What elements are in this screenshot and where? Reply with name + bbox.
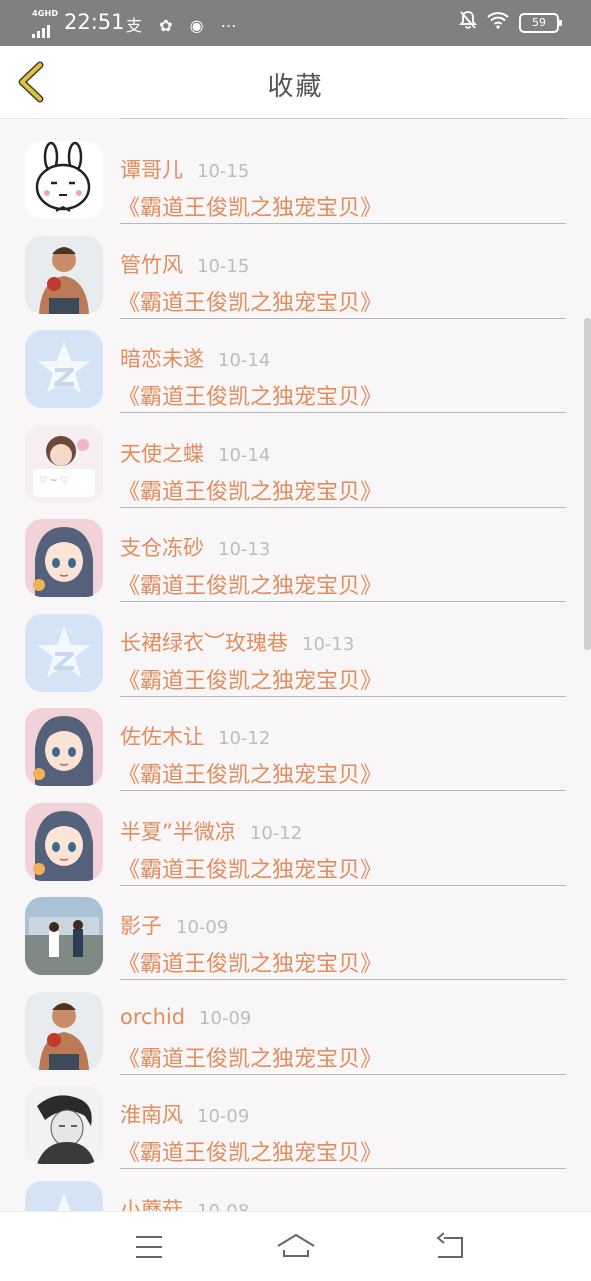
favorite-meta: 半夏”半微凉 10-12	[120, 816, 302, 846]
favorite-item[interactable]: 管竹风 10-15 《霸道王俊凯之独宠宝贝》	[0, 225, 591, 319]
user-name[interactable]: 暗恋未遂	[120, 347, 204, 371]
favorite-meta: 支仓冻砂 10-13	[120, 532, 270, 562]
user-name[interactable]: 佐佐木让	[120, 725, 204, 749]
battery-indicator: 59	[519, 13, 562, 33]
book-title-link[interactable]: 《霸道王俊凯之独宠宝贝》	[118, 568, 382, 600]
user-name[interactable]: 淮南风	[120, 1103, 183, 1127]
system-nav-bar	[0, 1211, 591, 1281]
header-bar: 收藏	[0, 46, 591, 119]
favorites-list[interactable]: 谭哥儿 10-15 《霸道王俊凯之独宠宝贝》 管竹风 10-15 《霸道王俊凯之独宠宝贝》…	[0, 118, 591, 1211]
user-name[interactable]: 长裙绿衣︶玫瑰巷	[120, 631, 288, 655]
avatar-sketch[interactable]	[25, 1086, 103, 1164]
favorite-date: 10-12	[218, 728, 271, 749]
back-nav-button[interactable]	[432, 1230, 472, 1264]
signal-icon: 4GHD	[32, 9, 59, 38]
avatar-bunny[interactable]	[25, 141, 103, 219]
book-title-link[interactable]: 《霸道王俊凯之独宠宝贝》	[118, 190, 382, 222]
favorite-item[interactable]: 半夏”半微凉 10-12 《霸道王俊凯之独宠宝贝》	[0, 792, 591, 886]
avatar-anime[interactable]	[25, 802, 103, 881]
favorite-date: 10-14	[218, 444, 271, 466]
divider	[120, 118, 566, 119]
book-title-link[interactable]: 《霸道王俊凯之独宠宝贝》	[118, 946, 382, 978]
menu-button[interactable]	[130, 1230, 170, 1264]
avatar-default-star[interactable]	[25, 330, 103, 408]
avatar-default-star[interactable]	[25, 1180, 103, 1211]
favorite-item[interactable]: 支仓冻砂 10-13 《霸道王俊凯之独宠宝贝》	[0, 508, 591, 602]
book-title-link[interactable]: 《霸道王俊凯之独宠宝贝》	[118, 757, 382, 789]
user-name[interactable]: 支仓冻砂	[120, 536, 204, 560]
status-bar: 4GHD 22:51 支 ✿ ◉ ⋯ 59	[0, 0, 591, 46]
favorite-date: 10-09	[197, 1106, 250, 1127]
favorite-meta: 暗恋未遂 10-14	[120, 343, 270, 373]
user-name[interactable]: 影子	[120, 914, 162, 938]
favorite-meta: 影子 10-09	[120, 910, 228, 940]
favorite-item[interactable]: ♡ ~ ♡ 天使之蝶 10-14 《霸道王俊凯之独宠宝贝》	[0, 414, 591, 508]
avatar-default-star[interactable]	[25, 613, 103, 692]
status-time: 22:51	[64, 10, 125, 34]
book-title-link[interactable]: 《霸道王俊凯之独宠宝贝》	[118, 1135, 382, 1167]
home-icon	[277, 1234, 315, 1257]
favorite-meta: 管竹风 10-15	[120, 249, 249, 279]
user-name[interactable]: 半夏”半微凉	[120, 820, 236, 844]
favorite-date: 10-14	[218, 350, 271, 371]
favorite-date: 10-09	[199, 1007, 252, 1029]
avatar-man[interactable]	[25, 991, 103, 1070]
book-title-link[interactable]: 《霸道王俊凯之独宠宝贝》	[118, 285, 382, 317]
favorite-date: 10-13	[302, 633, 355, 655]
favorite-item[interactable]: 淮南风 10-09 《霸道王俊凯之独宠宝贝》	[0, 1075, 591, 1169]
avatar-anime[interactable]	[25, 708, 103, 786]
favorite-item[interactable]: 小蘑菇10-08《霸道王俊凯之独宠宝贝》	[0, 1170, 591, 1212]
favorite-meta: 谭哥儿 10-15	[120, 154, 249, 184]
favorite-date: 10-09	[176, 917, 229, 938]
notification-icons: 支 ✿ ◉ ⋯	[126, 16, 243, 35]
book-title-link[interactable]: 《霸道王俊凯之独宠宝贝》	[118, 1041, 382, 1073]
user-name[interactable]: orchid	[120, 1005, 185, 1029]
avatar-man[interactable]	[25, 235, 103, 314]
svg-text:♡ ~ ♡: ♡ ~ ♡	[39, 476, 68, 486]
user-name[interactable]: 小蘑菇	[120, 1198, 183, 1212]
favorite-date: 10-15	[197, 255, 250, 277]
return-icon	[436, 1232, 463, 1258]
favorite-date: 10-15	[197, 161, 250, 182]
favorite-item[interactable]: 谭哥儿 10-15 《霸道王俊凯之独宠宝贝》	[0, 130, 591, 224]
user-name[interactable]: 管竹风	[120, 253, 183, 277]
book-title-link[interactable]: 《霸道王俊凯之独宠宝贝》	[118, 379, 382, 411]
favorite-date: 10-13	[218, 539, 271, 560]
favorite-item[interactable]: 佐佐木让 10-12 《霸道王俊凯之独宠宝贝》	[0, 697, 591, 791]
home-button[interactable]	[275, 1230, 315, 1264]
page-title: 收藏	[267, 72, 324, 102]
user-name[interactable]: 天使之蝶	[120, 442, 204, 466]
avatar-girl[interactable]: ♡ ~ ♡	[25, 424, 103, 503]
wifi-icon	[487, 11, 509, 35]
favorite-item[interactable]: orchid 10-09 《霸道王俊凯之独宠宝贝》	[0, 981, 591, 1075]
favorite-item[interactable]: 暗恋未遂 10-14 《霸道王俊凯之独宠宝贝》	[0, 319, 591, 413]
favorite-item[interactable]: 影子 10-09 《霸道王俊凯之独宠宝贝》	[0, 886, 591, 980]
network-type: 4GHD	[32, 9, 59, 18]
favorite-meta: 佐佐木让 10-12	[120, 721, 270, 751]
user-name[interactable]: 谭哥儿	[120, 158, 183, 182]
book-title-link[interactable]: 《霸道王俊凯之独宠宝贝》	[118, 663, 382, 695]
avatar-anime[interactable]	[25, 519, 103, 597]
avatar-photo[interactable]	[25, 897, 103, 975]
favorite-meta: 小蘑菇 10-08	[120, 1194, 249, 1212]
mute-icon	[458, 10, 478, 36]
favorite-meta: 长裙绿衣︶玫瑰巷 10-13	[120, 627, 354, 657]
favorite-meta: 天使之蝶 10-14	[120, 438, 270, 468]
favorite-meta: orchid 10-09	[120, 1005, 251, 1029]
scrollbar[interactable]	[584, 318, 591, 650]
book-title-link[interactable]: 《霸道王俊凯之独宠宝贝》	[118, 852, 382, 884]
book-title-link[interactable]: 《霸道王俊凯之独宠宝贝》	[118, 474, 382, 506]
favorite-item[interactable]: 长裙绿衣︶玫瑰巷 10-13 《霸道王俊凯之独宠宝贝》	[0, 603, 591, 697]
favorite-date: 10-12	[249, 822, 303, 844]
favorite-date: 10-08	[197, 1200, 250, 1212]
favorite-meta: 淮南风 10-09	[120, 1099, 249, 1129]
menu-icon	[136, 1236, 162, 1258]
